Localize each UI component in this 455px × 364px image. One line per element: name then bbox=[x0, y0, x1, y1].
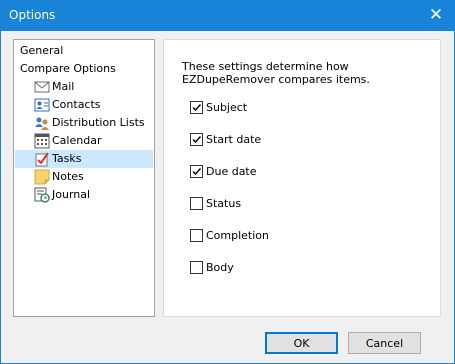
tree-item-notes[interactable]: Notes bbox=[34, 168, 134, 186]
checkbox-label: Status bbox=[206, 197, 242, 210]
tree-item-calendar[interactable]: Calendar bbox=[34, 132, 134, 150]
checkmark-icon bbox=[192, 168, 202, 176]
notes-icon bbox=[34, 169, 50, 185]
options-dialog: Options ✕ General Compare Options Mail C… bbox=[0, 0, 455, 364]
checkbox-label: Subject bbox=[206, 101, 248, 114]
distribution-lists-icon bbox=[35, 117, 49, 130]
tree-item-label: General bbox=[20, 44, 64, 57]
tree-item-distribution-lists[interactable]: Distribution Lists bbox=[34, 114, 152, 132]
checkbox-label: Due date bbox=[206, 165, 257, 178]
tree-item-label: Calendar bbox=[52, 134, 102, 147]
tree-item-label: Tasks bbox=[52, 152, 82, 165]
cancel-button[interactable]: Cancel bbox=[348, 332, 421, 354]
tree-item-journal[interactable]: Journal bbox=[34, 186, 134, 204]
checkbox-label: Body bbox=[206, 261, 234, 274]
contacts-icon bbox=[34, 98, 50, 112]
checkbox-box[interactable] bbox=[190, 101, 203, 114]
tree-item-label: Distribution Lists bbox=[52, 116, 145, 129]
mail-icon bbox=[34, 81, 50, 93]
checkbox-box[interactable] bbox=[190, 229, 203, 242]
checkbox-box[interactable] bbox=[190, 197, 203, 210]
tree-item-contacts[interactable]: Contacts bbox=[34, 96, 134, 114]
tree-item-mail[interactable]: Mail bbox=[34, 78, 134, 96]
checkbox-label: Completion bbox=[206, 229, 270, 242]
checkmark-icon bbox=[192, 136, 202, 144]
checkbox-box[interactable] bbox=[190, 261, 203, 274]
calendar-icon bbox=[34, 133, 50, 149]
tree-item-label: Mail bbox=[52, 80, 75, 93]
tree-item-tasks[interactable]: Tasks bbox=[15, 150, 153, 168]
window-title: Options bbox=[9, 8, 56, 22]
tasks-icon bbox=[35, 152, 49, 167]
checkbox-box[interactable] bbox=[190, 133, 203, 146]
tree-item-label: Compare Options bbox=[20, 62, 116, 75]
settings-panel: These settings determine how EZDupeRemov… bbox=[163, 39, 441, 317]
ok-button[interactable]: OK bbox=[265, 332, 338, 354]
tree-item-label: Journal bbox=[52, 188, 91, 201]
tree-item-label: Contacts bbox=[52, 98, 101, 111]
checkbox-box[interactable] bbox=[190, 165, 203, 178]
options-tree[interactable]: General Compare Options Mail Contacts Di… bbox=[13, 39, 155, 317]
checkmark-icon bbox=[192, 104, 202, 112]
title-bar: Options ✕ bbox=[1, 1, 454, 31]
journal-icon bbox=[34, 187, 50, 203]
settings-description: These settings determine how EZDupeRemov… bbox=[182, 60, 370, 86]
close-icon[interactable]: ✕ bbox=[418, 1, 454, 31]
tree-item-label: Notes bbox=[52, 170, 84, 183]
checkbox-label: Start date bbox=[206, 133, 262, 146]
